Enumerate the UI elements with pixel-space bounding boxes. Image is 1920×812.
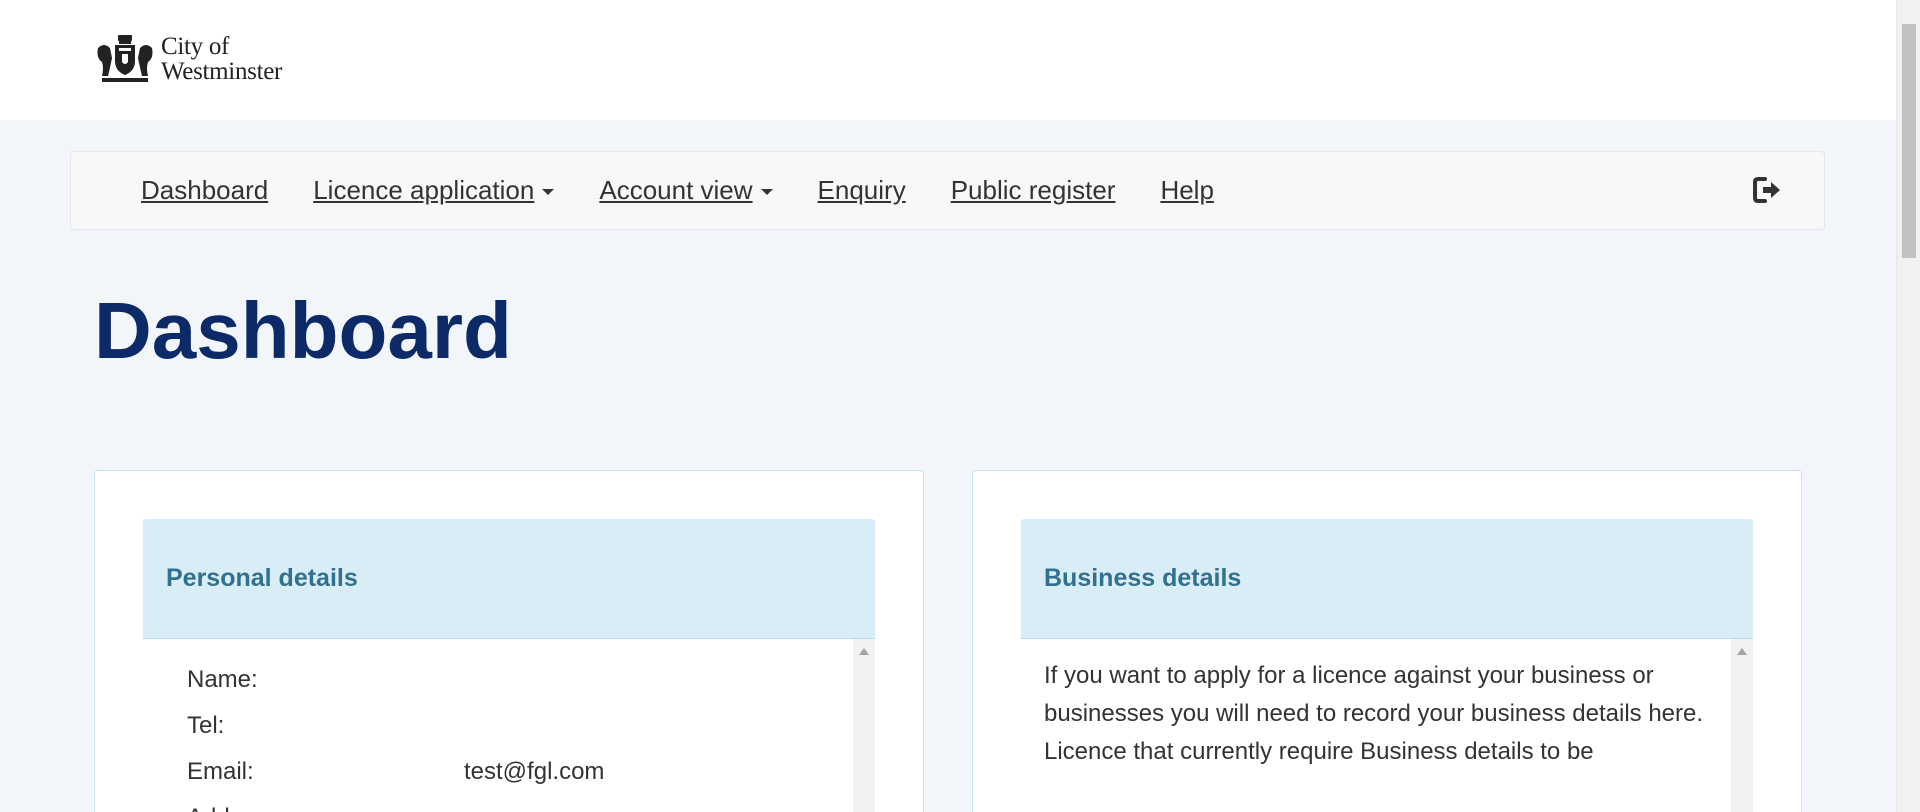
scroll-up-arrow-icon[interactable]	[1737, 648, 1747, 655]
nav-licence-application-label: Licence application	[313, 175, 535, 205]
email-value: test@fgl.com	[464, 758, 605, 785]
business-details-text: If you want to apply for a licence again…	[1044, 657, 1704, 771]
logo-line2: Westminster	[161, 58, 283, 85]
business-paragraph-2: Licence that currently require Business …	[1044, 738, 1594, 765]
sign-out-icon[interactable]	[1752, 176, 1782, 204]
name-label: Name:	[187, 666, 258, 693]
nav-help[interactable]: Help	[1160, 175, 1213, 206]
logo-text: City of Westminster	[161, 34, 282, 84]
business-details-title: Business details	[1044, 564, 1242, 592]
nav-account-view[interactable]: Account view	[599, 175, 773, 206]
tel-label: Tel:	[187, 712, 225, 739]
personal-details-title: Personal details	[166, 564, 358, 592]
personal-details-scrollbar[interactable]	[853, 639, 875, 812]
nav-enquiry[interactable]: Enquiry	[818, 175, 906, 206]
business-paragraph-1: If you want to apply for a licence again…	[1044, 662, 1704, 727]
main-navbar: Dashboard Licence application Account vi…	[70, 151, 1825, 230]
email-label: Email:	[187, 758, 254, 785]
nav-items: Dashboard Licence application Account vi…	[141, 152, 1259, 229]
page-scrollbar[interactable]	[1896, 0, 1920, 812]
site-header: City of Westminster	[0, 0, 1896, 120]
caret-down-icon	[760, 188, 773, 195]
scroll-up-arrow-icon[interactable]	[859, 648, 869, 655]
city-of-westminster-logo[interactable]: City of Westminster	[94, 34, 282, 84]
nav-account-view-label: Account view	[599, 175, 753, 205]
crest-icon	[97, 35, 153, 82]
business-details-header: Business details	[1021, 519, 1753, 639]
page-title: Dashboard	[94, 286, 512, 375]
nav-public-register[interactable]: Public register	[951, 175, 1116, 206]
nav-enquiry-label: Enquiry	[817, 175, 906, 205]
nav-help-label: Help	[1160, 175, 1214, 205]
logo-line1: City of	[161, 33, 230, 60]
business-details-card: Business details If you want to apply fo…	[972, 470, 1802, 812]
page-scroll-thumb[interactable]	[1902, 24, 1916, 258]
nav-licence-application[interactable]: Licence application	[313, 175, 555, 206]
address-label: Address:	[187, 804, 282, 812]
caret-down-icon	[542, 188, 555, 195]
nav-public-register-label: Public register	[950, 175, 1116, 205]
personal-details-body: Name: Tel: Email: test@fgl.com Address:	[143, 639, 875, 812]
personal-details-card: Personal details Name: Tel: Email: test@…	[94, 470, 924, 812]
business-details-body: If you want to apply for a licence again…	[1021, 639, 1753, 812]
nav-dashboard-label: Dashboard	[141, 175, 269, 205]
nav-dashboard[interactable]: Dashboard	[141, 175, 268, 206]
business-details-scrollbar[interactable]	[1731, 639, 1753, 812]
personal-details-header: Personal details	[143, 519, 875, 639]
